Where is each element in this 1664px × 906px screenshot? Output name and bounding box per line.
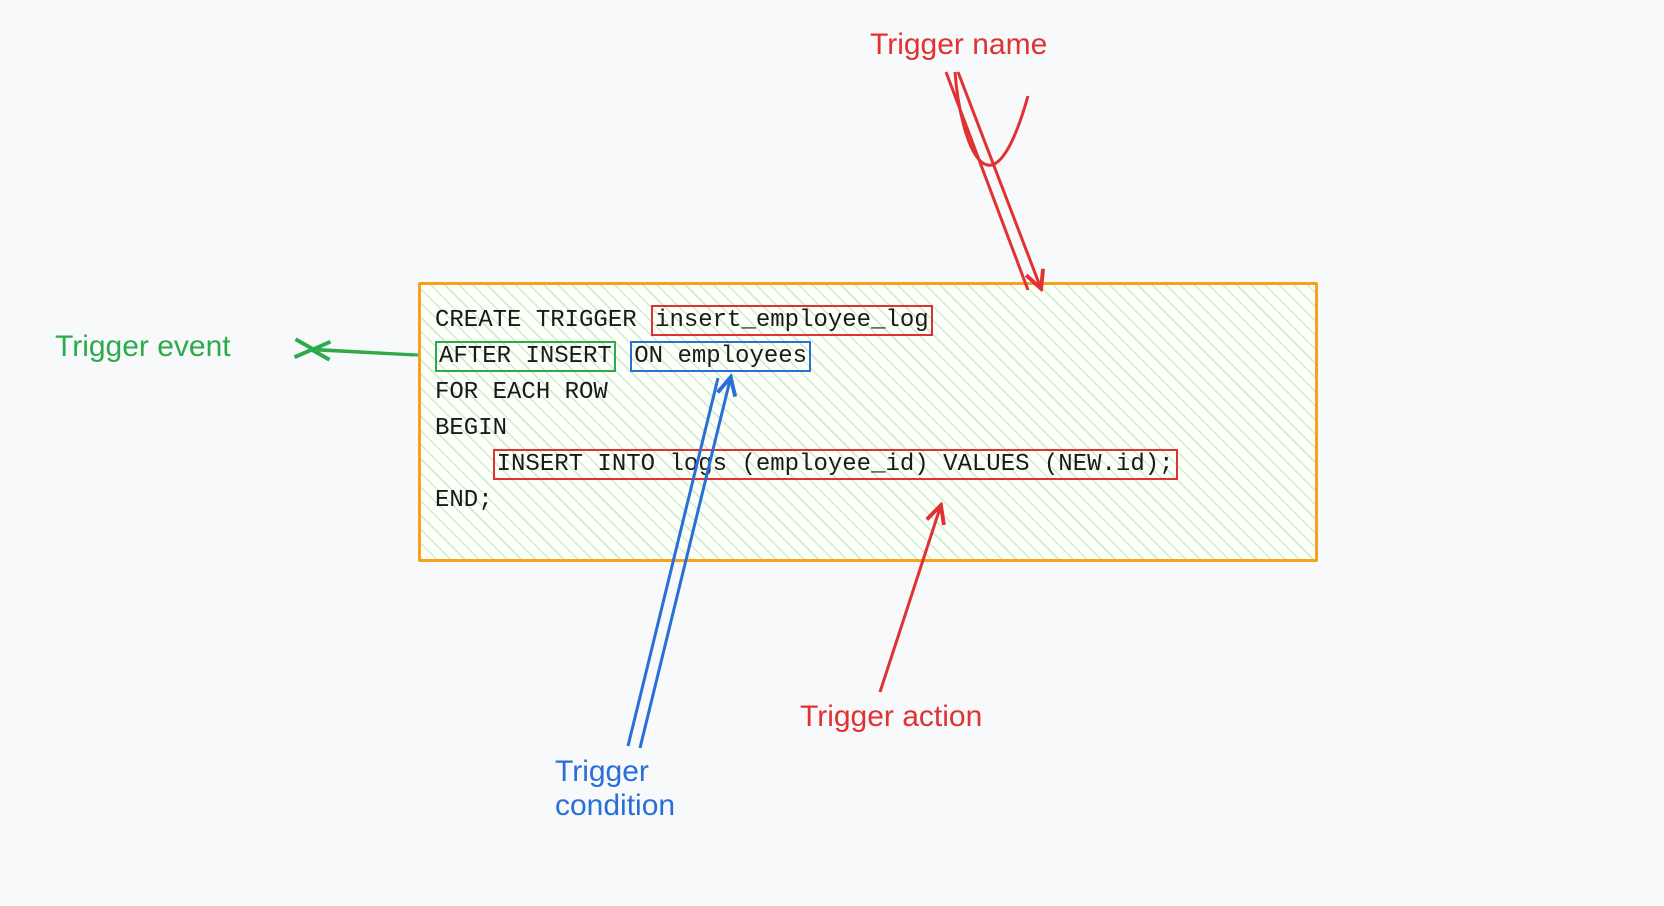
arrow-trigger-event <box>310 349 418 355</box>
code-trigger-event: AFTER INSERT <box>435 341 616 372</box>
sql-code-box: CREATE TRIGGER insert_employee_log AFTER… <box>418 282 1318 562</box>
code-trigger-condition: ON employees <box>630 341 811 372</box>
label-trigger-name: Trigger name <box>870 28 1047 62</box>
code-trigger-action: INSERT INTO logs (employee_id) VALUES (N… <box>493 449 1178 480</box>
diagram-stage: CREATE TRIGGER insert_employee_log AFTER… <box>0 0 1664 906</box>
label-trigger-action: Trigger action <box>800 700 982 734</box>
code-for-each-row: FOR EACH ROW <box>435 379 608 406</box>
code-begin: BEGIN <box>435 415 507 442</box>
code-end: END; <box>435 487 493 514</box>
code-indent <box>435 451 493 478</box>
sql-code: CREATE TRIGGER insert_employee_log AFTER… <box>435 303 1301 519</box>
code-gap <box>616 343 630 370</box>
label-trigger-event: Trigger event <box>55 330 231 364</box>
arrow-trigger-name <box>955 72 1028 165</box>
label-trigger-condition: Trigger condition <box>555 755 675 823</box>
code-trigger-name: insert_employee_log <box>651 305 933 336</box>
code-create-trigger: CREATE TRIGGER <box>435 307 651 334</box>
